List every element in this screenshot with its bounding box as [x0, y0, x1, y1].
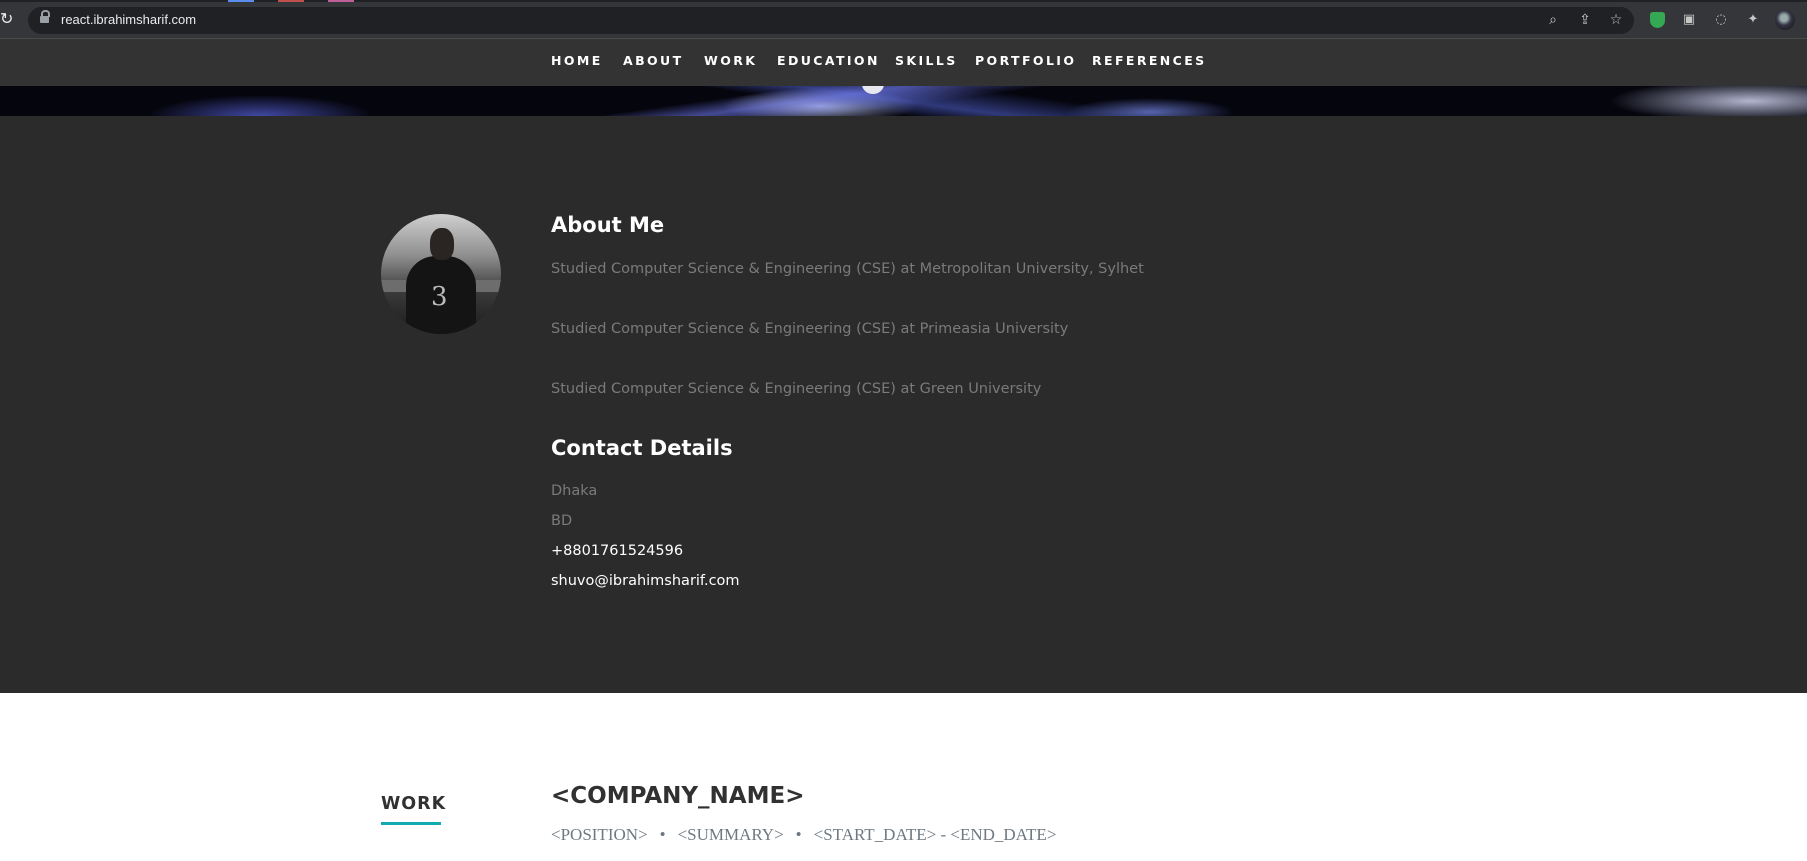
profile-avatar-icon[interactable] [1775, 10, 1795, 30]
nav-about[interactable]: ABOUT [623, 53, 684, 68]
bio-line: Studied Computer Science & Engineering (… [551, 321, 1069, 337]
adblock-shield-icon[interactable] [1650, 12, 1665, 28]
site-nav: HOME ABOUT WORK EDUCATION SKILLS PORTFOL… [0, 39, 1807, 86]
contact-phone[interactable]: +8801761524596 [551, 543, 683, 559]
bio-line: Studied Computer Science & Engineering (… [551, 261, 1144, 277]
position-info: <POSITION> • <SUMMARY> • <START_DATE> - <END… [551, 825, 1056, 845]
hero-banner-image [0, 86, 1807, 116]
hero-text-fragment [862, 86, 884, 94]
bullet-separator: • [659, 825, 666, 844]
profile-picture: 3 [381, 214, 501, 334]
zoom-icon[interactable]: ⌕ [1544, 11, 1562, 29]
browser-toolbar: ↻ react.ibrahimsharif.com ⌕ ⇪ ☆ ▣ ◌ ✦ [0, 2, 1807, 38]
company-name: <COMPANY_NAME> [551, 783, 805, 809]
lock-icon[interactable] [40, 10, 50, 24]
nav-education[interactable]: EDUCATION [777, 53, 880, 68]
nav-references[interactable]: REFERENCES [1092, 53, 1207, 68]
puzzle-extensions-icon[interactable]: ✦ [1744, 11, 1762, 29]
about-title: About Me [551, 213, 665, 237]
contact-title: Contact Details [551, 436, 733, 460]
about-section: 3 About Me Studied Computer Science & En… [0, 116, 1807, 693]
jersey-number: 3 [431, 282, 448, 312]
position: <POSITION> [551, 825, 648, 844]
nav-portfolio[interactable]: PORTFOLIO [975, 53, 1076, 68]
bullet-separator: • [795, 825, 802, 844]
extension-icon[interactable]: ▣ [1680, 11, 1698, 29]
nav-skills[interactable]: SKILLS [895, 53, 958, 68]
heading-underline [381, 822, 441, 825]
date-range: <START_DATE> - <END_DATE> [813, 825, 1057, 844]
contact-email[interactable]: shuvo@ibrahimsharif.com [551, 573, 740, 589]
bio-line: Studied Computer Science & Engineering (… [551, 381, 1042, 397]
work-heading: WORK [381, 794, 447, 814]
nav-work[interactable]: WORK [704, 53, 757, 68]
reload-icon[interactable]: ↻ [0, 9, 14, 29]
address-bar[interactable]: react.ibrahimsharif.com ⌕ ⇪ ☆ [28, 7, 1634, 34]
url-text[interactable]: react.ibrahimsharif.com [61, 12, 196, 27]
work-section: WORK <COMPANY_NAME> <POSITION> • <SUMMARY>… [0, 693, 1807, 861]
share-icon[interactable]: ⇪ [1576, 11, 1594, 29]
contact-country: BD [551, 513, 573, 529]
contact-city: Dhaka [551, 483, 598, 499]
nav-home[interactable]: HOME [551, 53, 603, 68]
bookmark-star-icon[interactable]: ☆ [1607, 11, 1625, 29]
extension-circle-icon[interactable]: ◌ [1712, 11, 1730, 29]
summary: <SUMMARY> [677, 825, 784, 844]
